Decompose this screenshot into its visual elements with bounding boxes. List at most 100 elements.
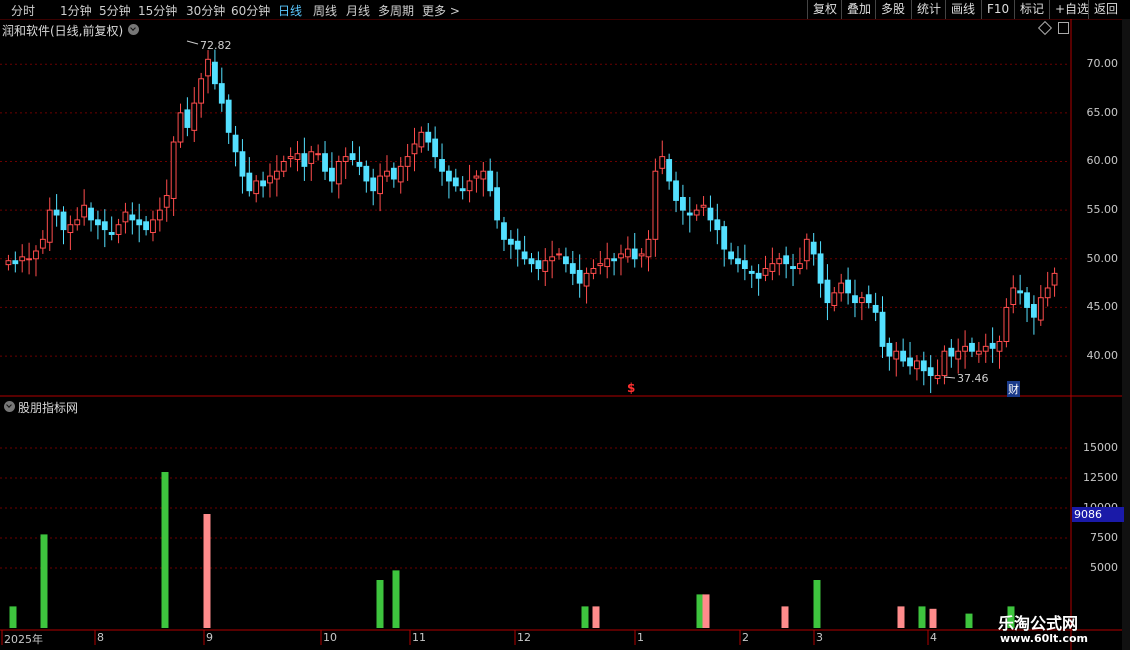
candle-body [597, 263, 604, 267]
candle-body [927, 367, 934, 377]
candle-body [569, 263, 576, 274]
candle-body [590, 268, 597, 274]
indicator-bar-green [9, 606, 17, 628]
candle-body [349, 153, 356, 161]
candle-body [790, 266, 796, 270]
event-marker[interactable]: $ [627, 381, 635, 395]
candle-body [563, 256, 569, 265]
candle-body [893, 350, 900, 360]
candle-body [914, 360, 920, 370]
candle-body [370, 177, 377, 192]
candle-body [549, 256, 556, 262]
candle-body [714, 219, 721, 231]
candle-body [335, 160, 342, 185]
candle-body [797, 263, 803, 270]
candle-body [60, 211, 67, 231]
candle-body [962, 345, 968, 352]
candle-body [67, 224, 74, 234]
candle-body [81, 204, 88, 218]
candle-body [198, 78, 205, 104]
candle-body [852, 295, 858, 304]
candle-body [294, 153, 301, 161]
candle-body [1010, 287, 1017, 306]
indicator-bar-pink [702, 594, 710, 628]
watermark-title: 乐淘公式网 [998, 614, 1079, 633]
cursor-value-box: 9086 [1072, 507, 1124, 522]
candle-body [907, 357, 913, 367]
candle-body [824, 279, 831, 304]
price-tick-label: 55.00 [1086, 203, 1119, 217]
candle-body [425, 131, 432, 143]
candle-body [287, 156, 294, 160]
date-tick-label: 11 [412, 631, 426, 644]
candle-body [473, 175, 480, 179]
candle-body [404, 156, 411, 167]
candle-body [390, 167, 397, 180]
date-tick-label: 12 [517, 631, 531, 644]
candle-body [12, 260, 19, 265]
indicator-title: 股朋指标网 [18, 401, 79, 415]
financial-report-badge[interactable]: 财 [1007, 381, 1020, 397]
candle-body [728, 251, 734, 260]
candle-body [26, 258, 32, 261]
indicator-bar-pink [897, 606, 905, 628]
candle-body [108, 232, 115, 235]
candle-body [542, 260, 549, 272]
candle-body [446, 170, 452, 182]
high-price-label: 72.82 [200, 39, 232, 52]
candle-body [748, 270, 755, 274]
candle-body [982, 345, 989, 352]
candle-body [5, 260, 12, 266]
candle-body [115, 224, 122, 235]
candle-body [322, 153, 328, 172]
candlestick-series [5, 40, 1058, 394]
chevron-down-icon[interactable] [128, 24, 139, 35]
candle-body [342, 156, 349, 162]
candle-body [659, 156, 666, 169]
candle-body [707, 207, 714, 221]
candle-body [397, 165, 404, 183]
candle-body [459, 188, 466, 192]
chevron-down-icon[interactable] [4, 401, 15, 412]
main-chart-title: 润和软件(日线,前复权) [2, 22, 123, 39]
candle-body [975, 350, 982, 355]
low-price-label: 37.46 [957, 372, 989, 385]
grid-lines [0, 63, 1070, 569]
candle-body [604, 258, 611, 268]
candle-body [205, 58, 211, 77]
candle-body [989, 342, 996, 349]
candle-body [838, 282, 845, 294]
candle-body [308, 151, 315, 164]
candle-body [439, 159, 445, 172]
candle-body [487, 170, 494, 192]
date-tick-label: 1 [637, 631, 644, 644]
candle-body [218, 83, 225, 104]
candle-body [156, 209, 163, 221]
candle-body [184, 109, 191, 128]
candle-body [129, 214, 136, 221]
candle-body [253, 180, 260, 195]
candle-body [514, 240, 521, 250]
kline-chart-canvas[interactable] [0, 0, 1130, 650]
indicator-bar-green [965, 613, 973, 628]
low-pointer [943, 376, 956, 379]
candle-body [39, 238, 46, 249]
candle-body [239, 151, 246, 177]
candle-body [432, 138, 439, 158]
candle-body [1017, 290, 1024, 294]
candle-body [920, 360, 927, 372]
window-restore-icon[interactable] [1058, 22, 1069, 34]
candle-body [941, 350, 948, 377]
candle-body [721, 226, 728, 250]
candle-body [1044, 287, 1051, 299]
candle-body [638, 253, 645, 257]
indicator-bar-pink [203, 514, 211, 628]
candle-body [163, 195, 170, 208]
candle-body [872, 304, 879, 313]
candle-body [53, 209, 60, 216]
date-tick-label: 3 [816, 631, 823, 644]
price-tick-label: 50.00 [1086, 251, 1119, 265]
date-tick-label: 9 [206, 631, 213, 644]
indicator-tick-label: 15000 [1083, 441, 1118, 454]
price-tick-label: 45.00 [1086, 300, 1119, 314]
